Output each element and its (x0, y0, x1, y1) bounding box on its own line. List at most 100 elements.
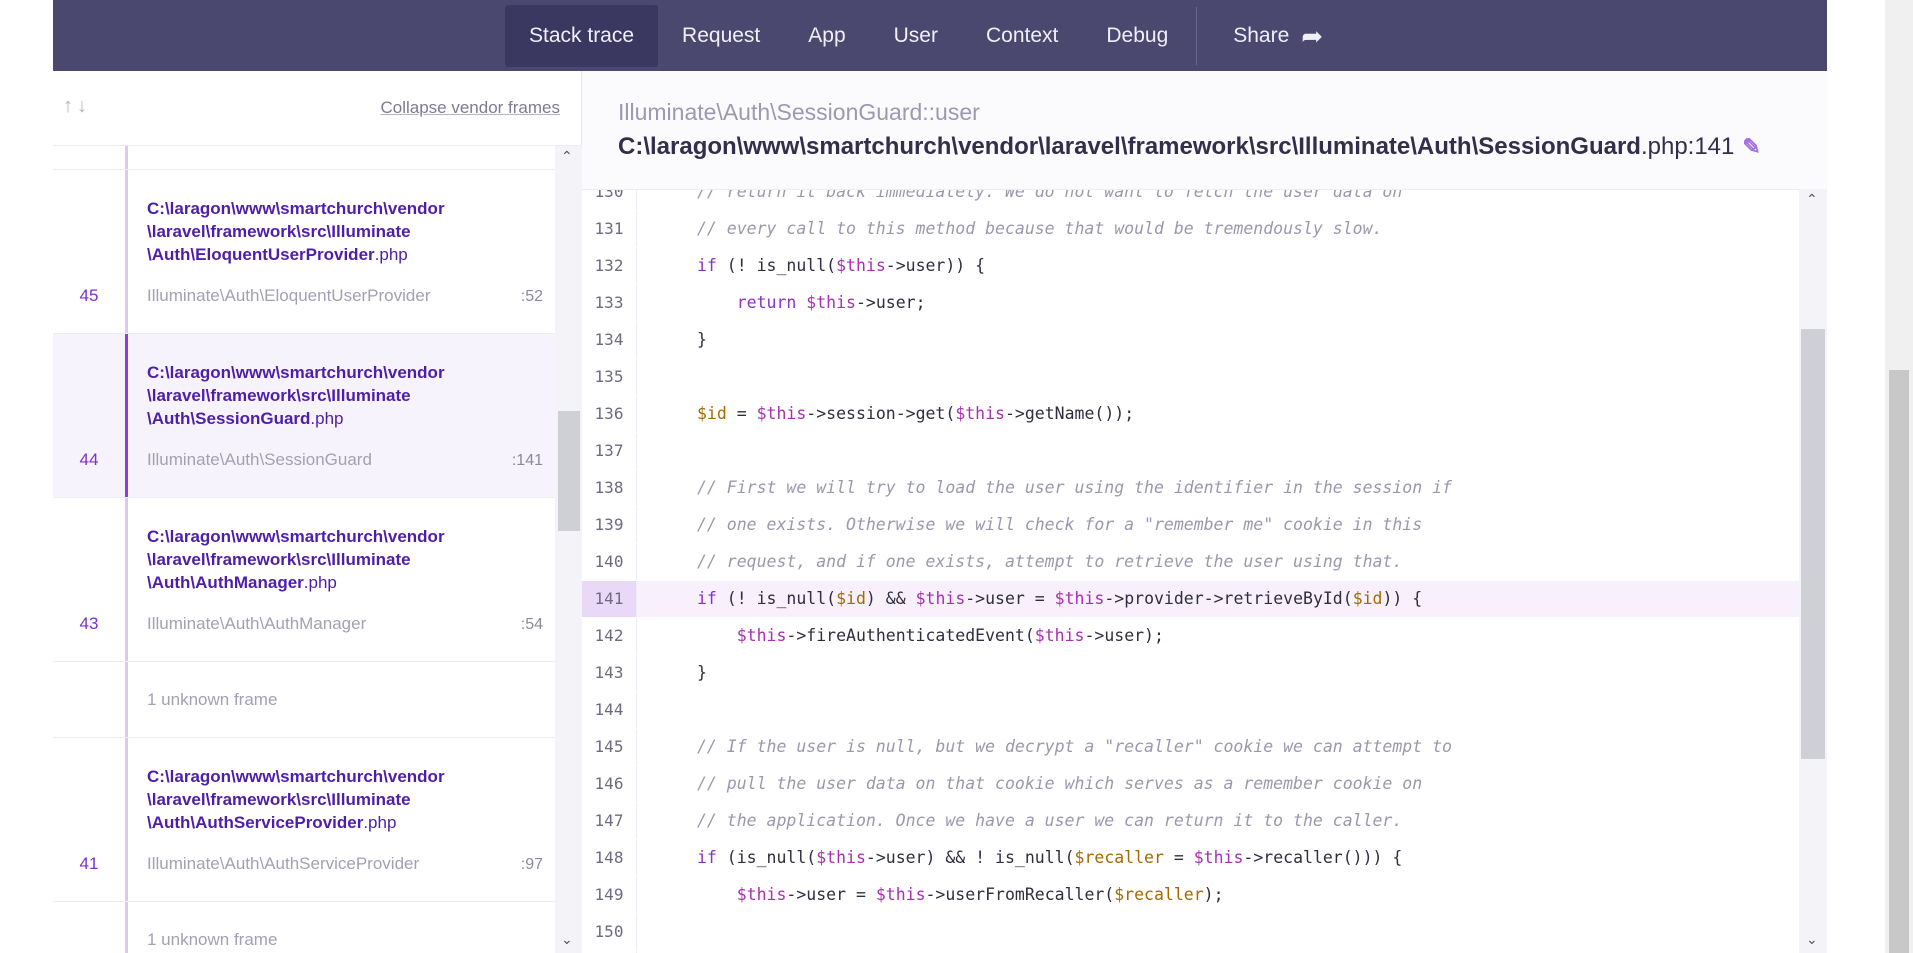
line-number[interactable]: 141 (582, 581, 637, 617)
frame-file-line: \laravel\framework\src\Illuminate (147, 222, 411, 241)
frame-file-line: C:\laragon\www\smartchurch\vendor (147, 767, 445, 786)
tab-context[interactable]: Context (962, 5, 1082, 67)
tab-stack-trace[interactable]: Stack trace (505, 5, 659, 67)
tab-debug[interactable]: Debug (1082, 5, 1192, 67)
code-scrollbar[interactable]: ⌃ ⌄ (1799, 189, 1827, 953)
frames-list: C:\laragon\www\smartchurch\vendor \larav… (53, 146, 555, 953)
code-line: 138 // First we will try to load the user… (582, 470, 1799, 506)
frame-file-line: C:\laragon\www\smartchurch\vendor (147, 363, 445, 382)
arrow-down-icon[interactable]: ↓ (77, 95, 87, 118)
line-number[interactable]: 148 (582, 840, 637, 876)
code-line: 134} (582, 322, 1799, 358)
frame-navigation: ↑ ↓ (63, 95, 87, 118)
frame-line: :54 (520, 616, 543, 633)
code-line: 148 if (is_null($this->user) && ! is_null… (582, 840, 1799, 876)
location-method: ::user (922, 99, 980, 125)
frame-file: C:\laragon\www\smartchurch\vendor \larav… (147, 525, 477, 594)
line-number[interactable]: 134 (582, 322, 637, 358)
frame-file-line: C:\laragon\www\smartchurch\vendor (147, 527, 445, 546)
line-number[interactable]: 138 (582, 470, 637, 506)
scroll-up-icon[interactable]: ⌃ (1806, 191, 1818, 208)
code-text: // request, and if one exists, attempt t… (697, 552, 1403, 571)
code-line: 141 if (! is_null($id) && $this->user = $… (582, 581, 1799, 617)
line-number[interactable]: 146 (582, 766, 637, 802)
frame-number: 41 (79, 854, 99, 873)
code-line: 143} (582, 655, 1799, 691)
code-text: } (697, 663, 707, 682)
frame-class: Illuminate\Auth\SessionGuard (147, 450, 372, 469)
tab-request[interactable]: Request (658, 5, 784, 67)
line-number[interactable]: 142 (582, 618, 637, 654)
code-line: 150 (582, 914, 1799, 950)
code-text: $this->fireAuthenticatedEvent($this->use… (736, 626, 1164, 645)
line-number[interactable]: 131 (582, 211, 637, 247)
frame-43[interactable]: C:\laragon\www\smartchurch\vendor \larav… (53, 498, 555, 662)
frames-scrollbar[interactable]: ⌃ ⌄ (555, 146, 582, 953)
frame-number: 44 (79, 450, 99, 469)
code-text: $this->user = $this->userFromRecaller($r… (736, 885, 1224, 904)
frame-file-line: \laravel\framework\src\Illuminate (147, 550, 411, 569)
line-number[interactable]: 150 (582, 914, 637, 950)
frame-bar (125, 902, 128, 953)
collapse-vendor-frames-link[interactable]: Collapse vendor frames (380, 98, 560, 118)
code-line: 137 (582, 433, 1799, 469)
code-line: 149 $this->user = $this->userFromRecalle… (582, 877, 1799, 913)
code-viewer: 130 // return it back immediately. We do … (582, 189, 1799, 953)
line-number[interactable]: 133 (582, 285, 637, 321)
code-line: 139 // one exists. Otherwise we will chec… (582, 507, 1799, 543)
frame-bar (125, 170, 128, 333)
line-number[interactable]: 139 (582, 507, 637, 543)
code-line: 131 // every call to this method because … (582, 211, 1799, 247)
page-scrollbar-thumb[interactable] (1889, 370, 1909, 953)
frame-file-line: \laravel\framework\src\Illuminate (147, 386, 411, 405)
frame-partial[interactable] (53, 146, 555, 170)
frame-unknown[interactable]: 1 unknown frame (53, 662, 555, 738)
arrow-up-icon[interactable]: ↑ (63, 95, 73, 118)
frame-location-class: Illuminate\Auth\SessionGuard::user (618, 99, 980, 126)
code-line: 140 // request, and if one exists, attemp… (582, 544, 1799, 580)
line-number[interactable]: 143 (582, 655, 637, 691)
code-panel: Illuminate\Auth\SessionGuard::user C:\la… (582, 71, 1827, 953)
code-text: $id = $this->session->get($this->getName… (697, 404, 1135, 423)
frame-file-ext: .php (363, 813, 397, 832)
frame-line: :97 (520, 856, 543, 873)
line-number[interactable]: 137 (582, 433, 637, 469)
tab-app[interactable]: App (784, 5, 869, 67)
line-number[interactable]: 145 (582, 729, 637, 765)
share-button[interactable]: Share ➦ (1209, 5, 1347, 67)
frame-41[interactable]: C:\laragon\www\smartchurch\vendor \larav… (53, 738, 555, 902)
unknown-frame-label: 1 unknown frame (147, 930, 278, 949)
page-scrollbar[interactable] (1885, 0, 1913, 953)
frame-file-line: \Auth\SessionGuard (147, 409, 311, 428)
scrollbar-thumb[interactable] (1801, 329, 1825, 759)
code-text: // return it back immediately. We do not… (697, 189, 1403, 201)
code-text: } (697, 330, 707, 349)
line-number[interactable]: 135 (582, 359, 637, 395)
code-text: if (! is_null($this->user)) { (697, 256, 986, 275)
code-text: // every call to this method because tha… (697, 219, 1383, 238)
pencil-icon[interactable]: ✎ (1742, 134, 1760, 159)
frame-45[interactable]: C:\laragon\www\smartchurch\vendor \larav… (53, 170, 555, 334)
tab-user[interactable]: User (870, 5, 962, 67)
line-number[interactable]: 144 (582, 692, 637, 728)
scroll-down-icon[interactable]: ⌄ (1806, 931, 1818, 948)
line-number[interactable]: 149 (582, 877, 637, 913)
line-number[interactable]: 140 (582, 544, 637, 580)
scrollbar-thumb[interactable] (558, 411, 580, 531)
frame-location-file: C:\laragon\www\smartchurch\vendor\larave… (618, 133, 1761, 161)
error-page: Stack trace Request App User Context Deb… (53, 0, 1827, 953)
frame-unknown[interactable]: 1 unknown frame (53, 902, 555, 953)
line-number[interactable]: 130 (582, 190, 637, 210)
code-text: if (! is_null($id) && $this->user = $thi… (697, 589, 1423, 608)
scroll-down-icon[interactable]: ⌄ (561, 931, 573, 948)
scroll-up-icon[interactable]: ⌃ (561, 148, 573, 165)
frame-class: Illuminate\Auth\AuthManager (147, 614, 367, 633)
line-number[interactable]: 147 (582, 803, 637, 839)
frame-file-line: \Auth\AuthServiceProvider (147, 813, 364, 832)
frame-44[interactable]: C:\laragon\www\smartchurch\vendor \larav… (53, 334, 555, 498)
line-number[interactable]: 136 (582, 396, 637, 432)
location-class: Illuminate\Auth\SessionGuard (618, 99, 923, 125)
line-number[interactable]: 132 (582, 248, 637, 284)
frame-file-line: C:\laragon\www\smartchurch\vendor (147, 199, 445, 218)
frame-file-line: \Auth\EloquentUserProvider (147, 245, 375, 264)
